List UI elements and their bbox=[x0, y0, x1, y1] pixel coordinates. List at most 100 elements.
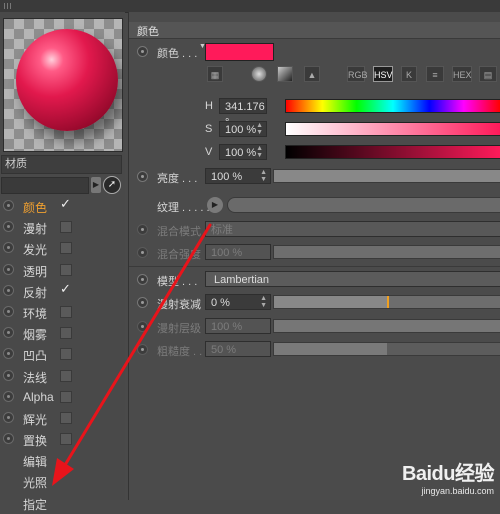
blend-strength-radio[interactable] bbox=[137, 247, 148, 258]
channel-radio[interactable] bbox=[3, 433, 14, 445]
channel-radio[interactable] bbox=[3, 305, 14, 317]
channel-item[interactable]: 凹凸 bbox=[0, 344, 125, 365]
channel-radio[interactable] bbox=[3, 242, 14, 254]
channel-radio[interactable] bbox=[3, 221, 14, 233]
channel-checkbox[interactable] bbox=[60, 263, 72, 276]
grip-icon[interactable] bbox=[4, 3, 12, 9]
channel-radio[interactable] bbox=[3, 263, 14, 275]
channel-item[interactable]: 颜色 ✓ bbox=[0, 196, 125, 217]
channel-item[interactable]: Alpha bbox=[0, 387, 125, 408]
diffuse-level-input[interactable]: 100 % bbox=[205, 318, 271, 334]
channel-item[interactable]: 辉光 bbox=[0, 408, 125, 429]
model-anim-radio[interactable] bbox=[137, 274, 148, 285]
channel-checkbox[interactable] bbox=[60, 433, 72, 446]
swatches-mode-button[interactable]: ▤ bbox=[479, 66, 497, 82]
channel-item[interactable]: 漫射 bbox=[0, 217, 125, 238]
channel-item[interactable]: 编辑 bbox=[0, 450, 125, 471]
saturation-gradient-slider[interactable] bbox=[285, 122, 500, 136]
roughness-radio[interactable] bbox=[137, 344, 148, 355]
color-anim-radio[interactable] bbox=[137, 46, 148, 57]
cursor-picker-icon[interactable]: ➚ bbox=[103, 176, 121, 194]
channel-checkbox[interactable] bbox=[60, 221, 72, 234]
color-wheel-icon[interactable] bbox=[251, 66, 267, 82]
channel-label: 透明 bbox=[23, 264, 48, 279]
brightness-label: 亮度 . . . bbox=[157, 173, 198, 185]
roughness-slider[interactable] bbox=[273, 342, 500, 356]
hue-input[interactable]: 341.176 ° bbox=[219, 98, 267, 129]
v-label: V bbox=[205, 146, 213, 158]
color-label: 颜色 . . . bbox=[157, 48, 198, 60]
hex-mode-button[interactable]: HEX bbox=[452, 66, 472, 82]
roughness-input[interactable]: 50 % bbox=[205, 341, 271, 357]
channel-item[interactable]: 光照 bbox=[0, 471, 125, 492]
roughness-fill bbox=[274, 343, 387, 355]
channel-radio[interactable] bbox=[3, 284, 14, 296]
channel-checkbox[interactable] bbox=[60, 369, 72, 382]
channel-item[interactable]: 法线 bbox=[0, 366, 125, 387]
watermark: Baidu经验 jingyan.baidu.com bbox=[402, 457, 495, 496]
channel-radio[interactable] bbox=[3, 390, 14, 402]
mixer-mode-button[interactable]: ≡ bbox=[426, 66, 444, 82]
channel-label: 辉光 bbox=[23, 412, 48, 427]
material-preview[interactable] bbox=[3, 18, 123, 152]
channel-checkbox[interactable] bbox=[60, 390, 72, 403]
channel-radio[interactable] bbox=[3, 327, 14, 339]
brightness-slider[interactable] bbox=[273, 169, 500, 183]
diffuse-falloff-radio[interactable] bbox=[137, 297, 148, 308]
channel-radio[interactable] bbox=[3, 369, 14, 381]
rgb-mode-button[interactable]: RGB bbox=[347, 66, 368, 82]
blend-strength-slider[interactable] bbox=[273, 245, 500, 259]
play-arrow-icon[interactable]: ▶ bbox=[91, 177, 101, 193]
channel-checkbox[interactable]: ✓ bbox=[60, 196, 71, 211]
diffuse-falloff-row: 漫射衰减 0 % ▲ ▼ bbox=[129, 294, 500, 312]
model-dropdown[interactable]: Lambertian bbox=[205, 271, 500, 287]
channel-checkbox[interactable] bbox=[60, 348, 72, 361]
model-row: 模型 . . . Lambertian bbox=[129, 271, 500, 289]
color-swatch[interactable] bbox=[205, 43, 274, 61]
material-search-input[interactable] bbox=[1, 177, 89, 194]
channel-item[interactable]: 指定 bbox=[0, 493, 125, 514]
diffuse-level-slider[interactable] bbox=[273, 319, 500, 333]
diffuse-level-fill bbox=[274, 320, 500, 332]
diffuse-level-radio[interactable] bbox=[137, 321, 148, 332]
channel-item[interactable]: 环境 bbox=[0, 302, 125, 323]
blend-mode-radio[interactable] bbox=[137, 224, 148, 235]
material-name-field[interactable]: 材质 bbox=[1, 155, 122, 174]
diffuse-falloff-input[interactable]: 0 % ▲ ▼ bbox=[205, 294, 271, 310]
channel-checkbox[interactable]: ✓ bbox=[60, 281, 71, 296]
channel-checkbox[interactable] bbox=[60, 327, 72, 340]
channel-checkbox[interactable] bbox=[60, 411, 72, 424]
brightness-input[interactable]: 100 % ▲ ▼ bbox=[205, 168, 271, 184]
gradient-icon[interactable] bbox=[277, 66, 293, 82]
channel-checkbox[interactable] bbox=[60, 305, 72, 318]
texture-label: 纹理 . . . . . bbox=[157, 202, 210, 214]
diffuse-falloff-marker bbox=[387, 296, 389, 308]
spectrum-icon[interactable]: ▦ bbox=[207, 66, 223, 82]
channel-checkbox[interactable] bbox=[60, 242, 72, 255]
texture-menu-arrow-icon[interactable]: ▶ bbox=[207, 197, 223, 213]
material-search-row: ▶ ➚ bbox=[1, 176, 121, 194]
channel-radio[interactable] bbox=[3, 411, 14, 423]
channel-item[interactable]: 透明 bbox=[0, 260, 125, 281]
channel-item[interactable]: 发光 bbox=[0, 238, 125, 259]
image-picker-icon[interactable]: ▲ bbox=[304, 66, 320, 82]
kelvin-mode-button[interactable]: K bbox=[401, 66, 417, 82]
saturation-input[interactable]: 100 % ▲ ▼ bbox=[219, 121, 267, 137]
brightness-anim-radio[interactable] bbox=[137, 171, 148, 182]
channel-label: 漫射 bbox=[23, 222, 48, 237]
channel-item[interactable]: 置换 bbox=[0, 429, 125, 450]
channel-item[interactable]: 反射 ✓ bbox=[0, 281, 125, 302]
hue-gradient-slider[interactable] bbox=[285, 99, 500, 113]
section-header[interactable]: 颜色 bbox=[129, 22, 500, 39]
value-gradient-slider[interactable] bbox=[285, 145, 500, 159]
blend-mode-dropdown[interactable]: 标准 bbox=[205, 221, 500, 237]
channel-radio[interactable] bbox=[3, 348, 14, 360]
channel-radio[interactable] bbox=[3, 200, 14, 211]
channel-item[interactable]: 烟雾 bbox=[0, 323, 125, 344]
channel-list: 颜色 ✓ 漫射 发光透明反射 ✓ 环境 烟雾 凹凸 法线 Alpha 辉光置换 编辑 光照 指定 bbox=[0, 196, 125, 514]
hsv-mode-button[interactable]: HSV bbox=[373, 66, 393, 82]
texture-slot[interactable] bbox=[227, 197, 500, 213]
diffuse-falloff-slider[interactable] bbox=[273, 295, 500, 309]
blend-strength-input[interactable]: 100 % bbox=[205, 244, 271, 260]
value-input[interactable]: 100 % ▲ ▼ bbox=[219, 144, 267, 160]
